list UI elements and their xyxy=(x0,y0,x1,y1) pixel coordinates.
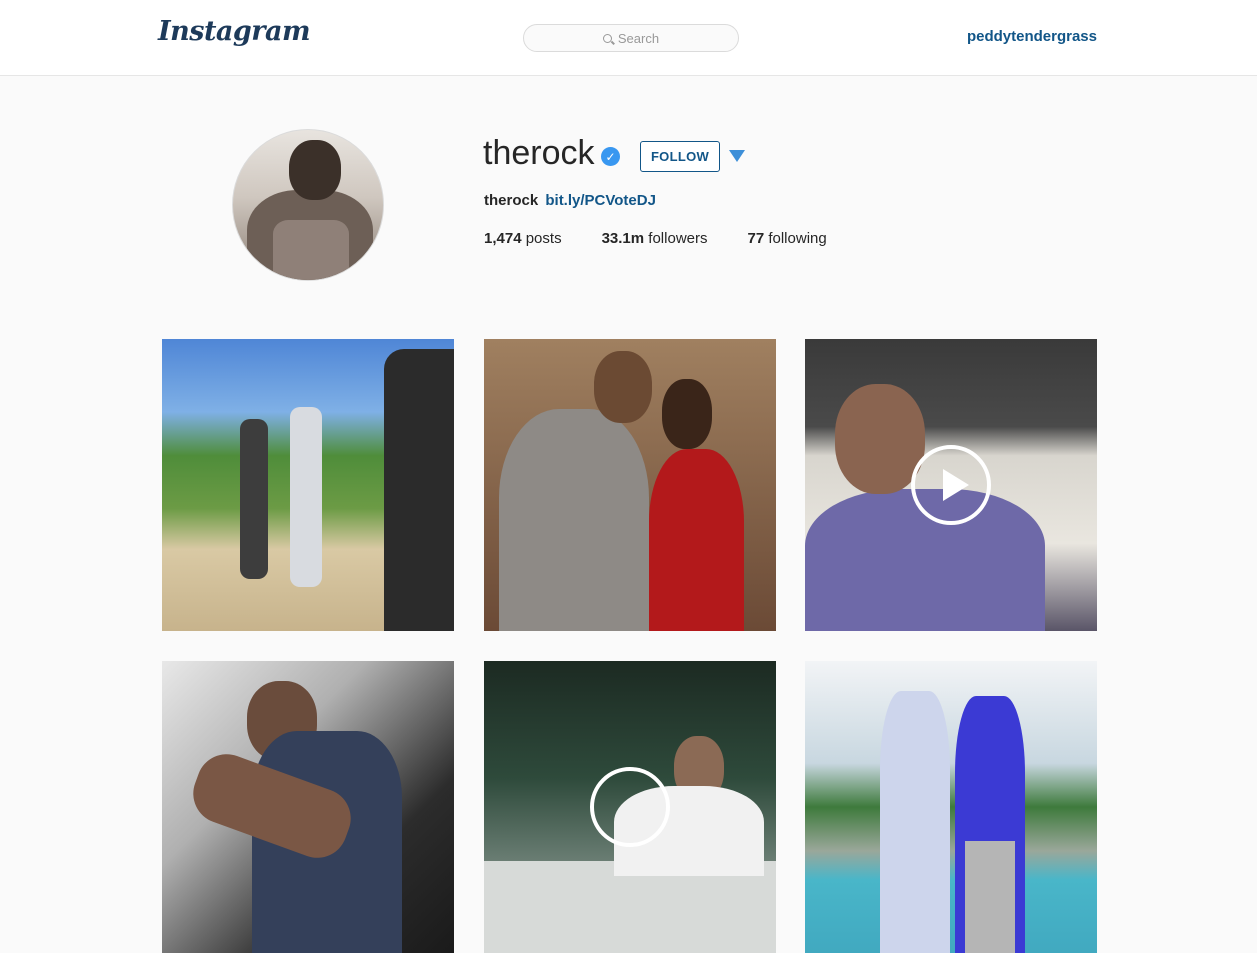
suggestions-dropdown-icon[interactable] xyxy=(729,150,745,162)
search-box[interactable]: Search xyxy=(523,24,739,52)
follow-button[interactable]: FOLLOW xyxy=(640,141,720,172)
post-tile[interactable] xyxy=(805,661,1097,953)
video-play-icon xyxy=(590,767,670,847)
profile-username: therock xyxy=(483,134,595,172)
video-play-icon xyxy=(911,445,991,525)
verified-badge-icon: ✓ xyxy=(601,147,620,166)
stat-followers[interactable]: 33.1m followers xyxy=(602,230,708,247)
bio-link[interactable]: bit.ly/PCVoteDJ xyxy=(545,192,656,209)
search-icon xyxy=(602,33,612,43)
stat-following[interactable]: 77 following xyxy=(747,230,826,247)
post-tile[interactable] xyxy=(484,661,776,953)
post-tile[interactable] xyxy=(162,339,454,631)
search-placeholder: Search xyxy=(617,30,660,46)
profile-bio: therock bit.ly/PCVoteDJ xyxy=(484,192,656,209)
profile-avatar xyxy=(232,129,384,281)
stat-posts: 1,474 posts xyxy=(484,230,562,247)
bio-name: therock xyxy=(484,192,539,209)
top-nav-bar: Instagram Search peddytendergrass xyxy=(0,0,1257,76)
post-tile[interactable] xyxy=(484,339,776,631)
instagram-logo[interactable]: Instagram xyxy=(158,16,311,47)
current-user-link[interactable]: peddytendergrass xyxy=(967,28,1097,45)
profile-stats: 1,474 posts 33.1m followers 77 following xyxy=(484,230,867,247)
post-tile[interactable] xyxy=(162,661,454,953)
post-tile[interactable] xyxy=(805,339,1097,631)
